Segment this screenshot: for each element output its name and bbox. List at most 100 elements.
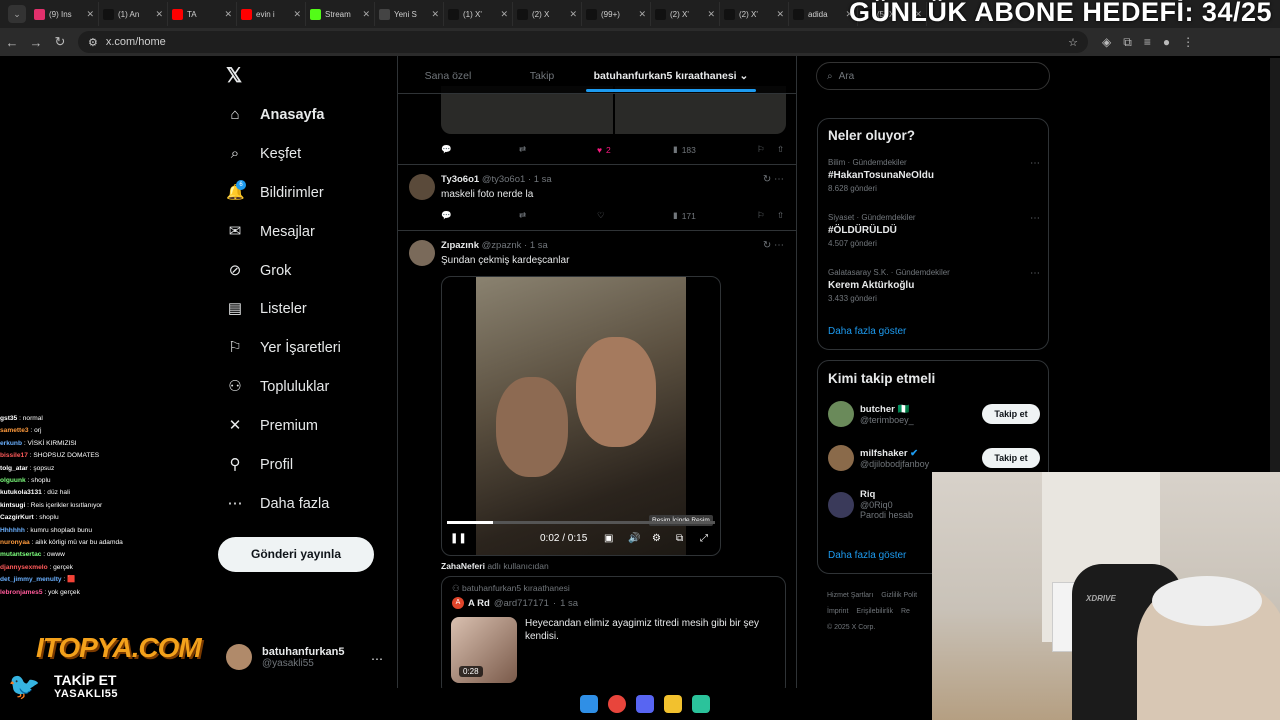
browser-menu-icon[interactable]: ⋮ <box>1182 35 1194 50</box>
browser-tab[interactable]: (2) X' ✕ <box>651 2 720 26</box>
pip-icon[interactable]: ⧉ <box>676 533 700 544</box>
video-player[interactable]: Resim İçinde Resim ❚❚ 0:02 / 0:15 ▣ 🔊 ⚙ … <box>441 276 721 556</box>
sidebar-item-x-premium[interactable]: ✕ Premium <box>226 417 318 435</box>
browser-tab[interactable]: (1) X' ✕ <box>444 2 513 26</box>
retweet-icon[interactable]: ⇄ <box>519 144 597 155</box>
bookmark-icon[interactable]: ⚐ <box>757 210 777 221</box>
search-input[interactable]: ⌕ Ara <box>816 62 1050 90</box>
tweet-author-handle[interactable]: @zpaznk <box>482 240 522 251</box>
volume-icon[interactable]: 🔊 <box>628 533 652 544</box>
heart-icon[interactable]: ♡ <box>597 210 673 221</box>
sidebar-item-bell[interactable]: 🔔 6 Bildirimler <box>226 180 324 202</box>
sidebar-item-list[interactable]: ▤ Listeler <box>226 300 307 318</box>
follow-button[interactable]: Takip et <box>982 404 1040 424</box>
like-button[interactable]: ♥ 2 <box>597 145 673 155</box>
profile-avatar-icon[interactable]: ● <box>1163 35 1170 50</box>
windows-start-icon[interactable] <box>580 695 598 713</box>
close-icon[interactable]: ✕ <box>293 9 301 20</box>
media-icon[interactable]: ≡ <box>1144 35 1151 50</box>
tweet-more-icon[interactable]: ↻ ⋯ <box>763 240 784 251</box>
tab-search-button[interactable]: ⌄ <box>8 5 26 23</box>
share-icon[interactable]: ⇧ <box>777 144 784 155</box>
reply-icon[interactable]: 💬 <box>441 144 519 155</box>
close-icon[interactable]: ✕ <box>224 9 232 20</box>
retweet-icon[interactable]: ⇄ <box>519 210 597 221</box>
account-more-icon[interactable]: ⋯ <box>371 652 383 666</box>
footer-link[interactable]: Gizlilik Polit <box>881 592 917 599</box>
browser-tab[interactable]: (2) X ✕ <box>513 2 582 26</box>
sidebar-item-home[interactable]: ⌂ Anasayfa <box>226 106 324 124</box>
follow-suggestion[interactable]: milfshaker ✔ @djilobodjfanboy Takip et <box>828 445 1040 471</box>
forward-icon[interactable]: → <box>24 35 48 50</box>
tweet-author-handle[interactable]: @ty3o6o1 <box>482 174 525 185</box>
fullscreen-icon[interactable]: ⤢ <box>700 533 708 544</box>
sidebar-item-mail[interactable]: ✉ Mesajlar <box>226 223 315 241</box>
tweet-time[interactable]: 1 sa <box>534 174 552 185</box>
tweet-more-icon[interactable]: ↻ ⋯ <box>763 174 784 185</box>
footer-link[interactable]: Hizmet Şartları <box>827 592 873 599</box>
site-info-icon[interactable]: ⚙ <box>88 36 98 49</box>
pause-icon[interactable]: ❚❚ <box>450 533 540 544</box>
browser-tab[interactable]: TA ✕ <box>168 2 237 26</box>
who-show-more[interactable]: Daha fazla göster <box>828 550 906 561</box>
share-icon[interactable]: ⇧ <box>777 210 784 221</box>
trend-item[interactable]: Siyaset · Gündemdekiler #ÖLDÜRÜLDÜ 4.507 g… <box>828 213 1040 248</box>
close-icon[interactable]: ✕ <box>638 9 646 20</box>
discord-icon[interactable] <box>636 695 654 713</box>
tweet-author-name[interactable]: Zıpazınk <box>441 240 479 251</box>
reload-icon[interactable]: ↻ <box>48 34 72 50</box>
follow-button[interactable]: Takip et <box>982 448 1040 468</box>
file-explorer-icon[interactable] <box>664 695 682 713</box>
app-icon[interactable] <box>692 695 710 713</box>
avatar[interactable] <box>409 174 435 200</box>
sidebar-item-communities[interactable]: ⚇ Topluluklar <box>226 378 329 396</box>
browser-tab[interactable]: Yeni S ✕ <box>375 2 444 26</box>
trend-item[interactable]: Bilim · Gündemdekiler #HakanTosunaNeOldu 8… <box>828 158 1040 193</box>
browser-tab[interactable]: (99+) ✕ <box>582 2 651 26</box>
views-button[interactable]: ▮ 183 <box>673 144 757 155</box>
browser-tab[interactable]: (1) An ✕ <box>99 2 168 26</box>
sidebar-item-profile[interactable]: ⚲ Profil <box>226 456 294 474</box>
chrome-icon[interactable] <box>608 695 626 713</box>
extensions-puzzle-icon[interactable]: ⧉ <box>1123 35 1132 50</box>
settings-gear-icon[interactable]: ⚙ <box>652 533 676 544</box>
sidebar-item-grok[interactable]: ⊘ Grok <box>226 262 292 280</box>
avatar[interactable] <box>409 240 435 266</box>
back-icon[interactable]: ← <box>0 35 24 50</box>
browser-tab[interactable]: (9) Ins ✕ <box>30 2 99 26</box>
close-icon[interactable]: ✕ <box>431 9 439 20</box>
trend-more-icon[interactable]: ⋯ <box>1030 268 1040 279</box>
trends-show-more[interactable]: Daha fazla göster <box>828 326 906 337</box>
browser-tab[interactable]: (2) X' ✕ <box>720 2 789 26</box>
tweet-time[interactable]: 1 sa <box>530 240 548 251</box>
tab-following[interactable]: Takip <box>498 56 586 93</box>
close-icon[interactable]: ✕ <box>500 9 508 20</box>
close-icon[interactable]: ✕ <box>776 9 784 20</box>
extension-icon[interactable]: ◈ <box>1102 35 1111 50</box>
account-switcher[interactable]: batuhanfurkan5 @yasakli55 <box>226 644 345 670</box>
captions-icon[interactable]: ▣ <box>604 533 628 544</box>
footer-link[interactable]: Re <box>901 608 910 615</box>
sidebar-item-search[interactable]: ⌕ Keşfet <box>226 145 301 163</box>
sidebar-item-bookmark[interactable]: ⚐ Yer İşaretleri <box>226 339 341 357</box>
video-progress-bar[interactable] <box>447 521 715 524</box>
close-icon[interactable]: ✕ <box>707 9 715 20</box>
browser-tab[interactable]: adida ✕ <box>789 2 858 26</box>
tab-for-you[interactable]: Sana özel <box>398 56 498 93</box>
quote-video-thumbnail[interactable]: 0:28 <box>451 617 517 683</box>
close-icon[interactable]: ✕ <box>362 9 370 20</box>
browser-tab[interactable]: evin i ✕ <box>237 2 306 26</box>
bookmark-icon[interactable]: ⚐ <box>757 144 777 155</box>
trend-more-icon[interactable]: ⋯ <box>1030 213 1040 224</box>
views-button[interactable]: ▮ 171 <box>673 210 757 221</box>
tab-community[interactable]: batuhanfurkan5 kıraathanesi ⌄ <box>586 56 756 93</box>
tweet-author-name[interactable]: Ту3о6о1 <box>441 174 479 185</box>
url-field[interactable]: ⚙ x.com/home ☆ <box>78 31 1088 53</box>
page-scrollbar[interactable] <box>1270 58 1280 472</box>
footer-link[interactable]: İmprint <box>827 608 848 615</box>
close-icon[interactable]: ✕ <box>155 9 163 20</box>
x-logo-icon[interactable]: 𝕏 <box>226 66 246 86</box>
trend-item[interactable]: Galatasaray S.K. · Gündemdekiler Kerem Ak… <box>828 268 1040 303</box>
bookmark-star-icon[interactable]: ☆ <box>1068 36 1078 49</box>
sidebar-item-more-circle[interactable]: ⋯ Daha fazla <box>226 495 330 513</box>
